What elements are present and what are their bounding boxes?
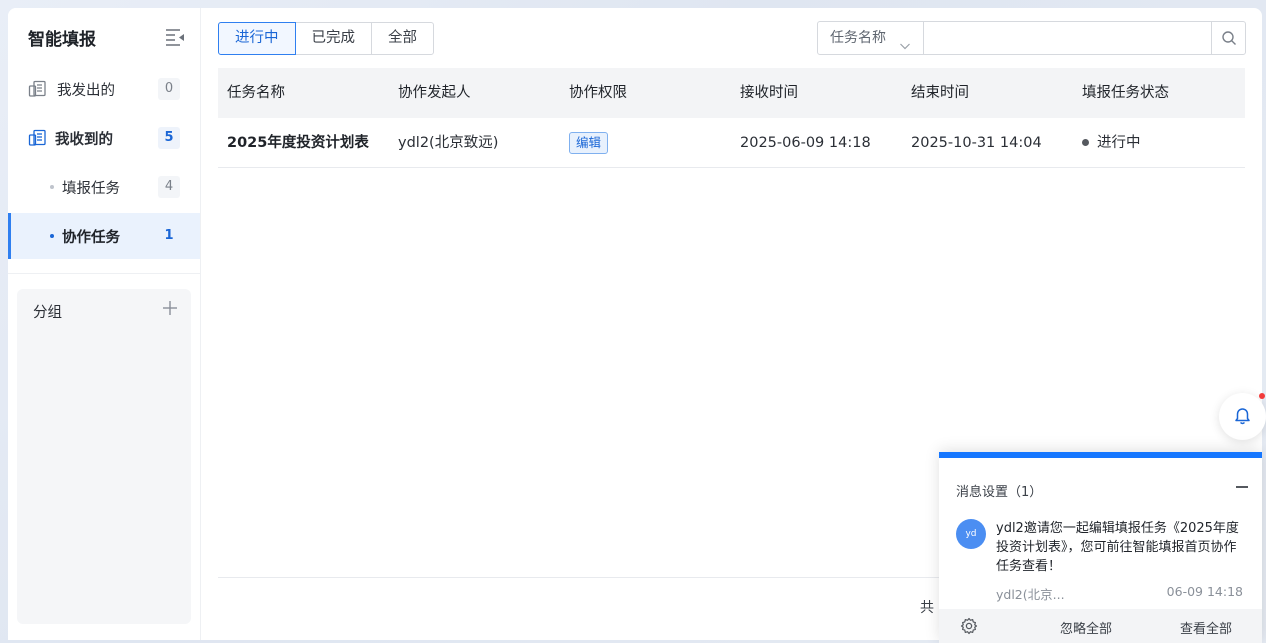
notification-sender: ydl2(北京... (996, 587, 1065, 602)
status-tabs: 进行中 已完成 全部 (218, 22, 434, 55)
minimize-icon[interactable] (1236, 486, 1248, 488)
column-header: 协作权限 (569, 85, 627, 101)
sidebar-header: 智能填报 (28, 25, 186, 50)
group-panel: 分组 (17, 289, 191, 624)
status-dot (1082, 138, 1089, 146)
notification-actions: 忽略全部 查看全部 (939, 609, 1262, 643)
ignore-all-button[interactable]: 忽略全部 (1060, 618, 1112, 637)
status-text: 进行中 (1097, 135, 1141, 151)
notification-bell-button[interactable] (1219, 393, 1266, 440)
search-field-label: 任务名称 (830, 30, 886, 46)
sidebar-item-label: 我发出的 (57, 83, 115, 99)
bullet-dot (50, 185, 54, 189)
gear-icon[interactable] (960, 617, 978, 639)
initiator: ydl2(北京致远) (398, 135, 499, 151)
unread-dot (1259, 393, 1265, 399)
task-name[interactable]: 2025年度投资计划表 (218, 118, 389, 167)
tab-all[interactable]: 全部 (371, 22, 434, 55)
notification-panel: 消息设置（1） yd ydl2邀请您一起编辑填报任务《2025年度投资计划表》，… (939, 452, 1262, 643)
end-time: 2025-10-31 14:04 (911, 135, 1042, 151)
sidebar-item-collab-tasks[interactable]: 协作任务 1 (8, 213, 200, 259)
group-label: 分组 (33, 305, 62, 321)
sidebar-item-label: 填报任务 (62, 181, 120, 197)
count-badge: 4 (158, 176, 180, 198)
column-header: 协作发起人 (398, 85, 471, 101)
sidebar: 智能填报 我发出的 0 我收到的 5 填报任务 4 协作任务 1 分组 (8, 8, 201, 640)
permission-cell: 编辑 (560, 118, 731, 167)
sidebar-item-label: 我收到的 (55, 132, 113, 148)
search-input[interactable] (924, 22, 1211, 54)
app-title: 智能填报 (28, 30, 96, 50)
notification-time: 06-09 14:18 (1166, 584, 1243, 599)
received-icon (28, 129, 48, 147)
search-field-select[interactable]: 任务名称 (818, 22, 924, 54)
search-icon (1222, 31, 1236, 45)
menu-collapse-icon[interactable] (164, 27, 186, 47)
sidebar-item-sent[interactable]: 我发出的 0 (8, 66, 200, 112)
received-time: 2025-06-09 14:18 (740, 135, 871, 151)
sidebar-item-received[interactable]: 我收到的 5 (8, 115, 200, 161)
search-button[interactable] (1211, 22, 1245, 54)
search-bar: 任务名称 (817, 21, 1246, 55)
column-header: 结束时间 (911, 85, 969, 101)
count-badge: 5 (158, 127, 180, 149)
table-row[interactable]: 2025年度投资计划表 ydl2(北京致远) 编辑 2025-06-09 14:… (218, 118, 1245, 168)
pagination-total: 共 (920, 600, 934, 616)
tab-completed[interactable]: 已完成 (294, 22, 372, 55)
plus-icon[interactable] (161, 299, 179, 317)
sent-icon (28, 80, 48, 98)
view-all-button[interactable]: 查看全部 (1180, 618, 1232, 637)
chevron-down-icon (899, 32, 911, 50)
notification-title: 消息设置（1） (956, 485, 1043, 500)
table-header: 任务名称 协作发起人 协作权限 接收时间 结束时间 填报任务状态 (218, 68, 1245, 118)
permission-tag: 编辑 (569, 132, 609, 154)
avatar: yd (956, 519, 986, 549)
column-header: 接收时间 (740, 85, 798, 101)
task-table: 任务名称 协作发起人 协作权限 接收时间 结束时间 填报任务状态 2025年度投… (218, 68, 1245, 168)
bell-icon (1235, 408, 1250, 425)
column-header: 任务名称 (227, 85, 285, 101)
notification-message[interactable]: ydl2邀请您一起编辑填报任务《2025年度投资计划表》，您可前往智能填报首页协… (996, 519, 1246, 576)
tab-in-progress[interactable]: 进行中 (218, 22, 296, 55)
status-cell: 进行中 (1073, 118, 1245, 167)
sidebar-item-fill-tasks[interactable]: 填报任务 4 (8, 164, 200, 210)
column-header: 填报任务状态 (1082, 85, 1169, 101)
bullet-dot (50, 234, 54, 238)
sidebar-item-label: 协作任务 (62, 230, 120, 246)
divider (8, 273, 200, 274)
count-badge: 0 (158, 78, 180, 100)
count-badge: 1 (164, 228, 174, 243)
